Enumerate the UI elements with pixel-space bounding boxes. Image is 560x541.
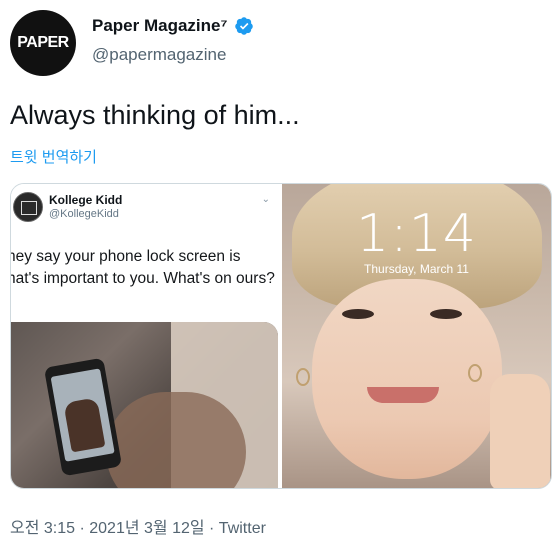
earring-left: [296, 368, 310, 386]
photo-eye-left: [342, 309, 374, 319]
quoted-name: Kollege Kidd: [49, 193, 123, 207]
account-name-row: Paper Magazine⁷: [92, 16, 254, 36]
quoted-handle: @KollegeKidd: [49, 208, 119, 220]
account-avatar[interactable]: PAPER: [10, 10, 76, 76]
quoted-photo: [11, 322, 278, 488]
photo-phone-people: [63, 397, 106, 453]
earring-right: [468, 364, 482, 382]
photo-eye-right: [430, 309, 462, 319]
account-handle[interactable]: @papermagazine: [92, 45, 226, 65]
tweet-text: Always thinking of him...: [10, 100, 300, 130]
tweet-timestamp[interactable]: 오전 3:15 · 2021년 3월 12일 · Twitter: [10, 514, 266, 538]
chevron-down-icon: ⌄: [261, 194, 270, 205]
verified-badge-icon: [234, 17, 253, 35]
media-image-lock-screen[interactable]: 1:14 Thursday, March 11: [282, 184, 551, 488]
lock-screen-date: Thursday, March 11: [364, 262, 469, 276]
quoted-avatar: [13, 192, 43, 222]
peace-sign-hand: [490, 374, 550, 488]
quoted-text: ney say your phone lock screen is hat's …: [10, 248, 275, 287]
photo-phone-screen: [50, 368, 115, 462]
tweet-media-grid[interactable]: Kollege Kidd @KollegeKidd ⌄ ney say your…: [10, 183, 552, 489]
lock-screen-time: 1:14: [356, 204, 477, 264]
avatar-logo-text: PAPER: [17, 34, 69, 51]
photo-hand: [106, 392, 246, 488]
translate-tweet-link[interactable]: 트윗 번역하기: [10, 146, 97, 167]
photo-phone: [43, 357, 123, 477]
account-display-name[interactable]: Paper Magazine⁷: [92, 16, 228, 36]
photo-smile: [367, 387, 439, 403]
media-image-quoted-tweet[interactable]: Kollege Kidd @KollegeKidd ⌄ ney say your…: [11, 184, 282, 488]
